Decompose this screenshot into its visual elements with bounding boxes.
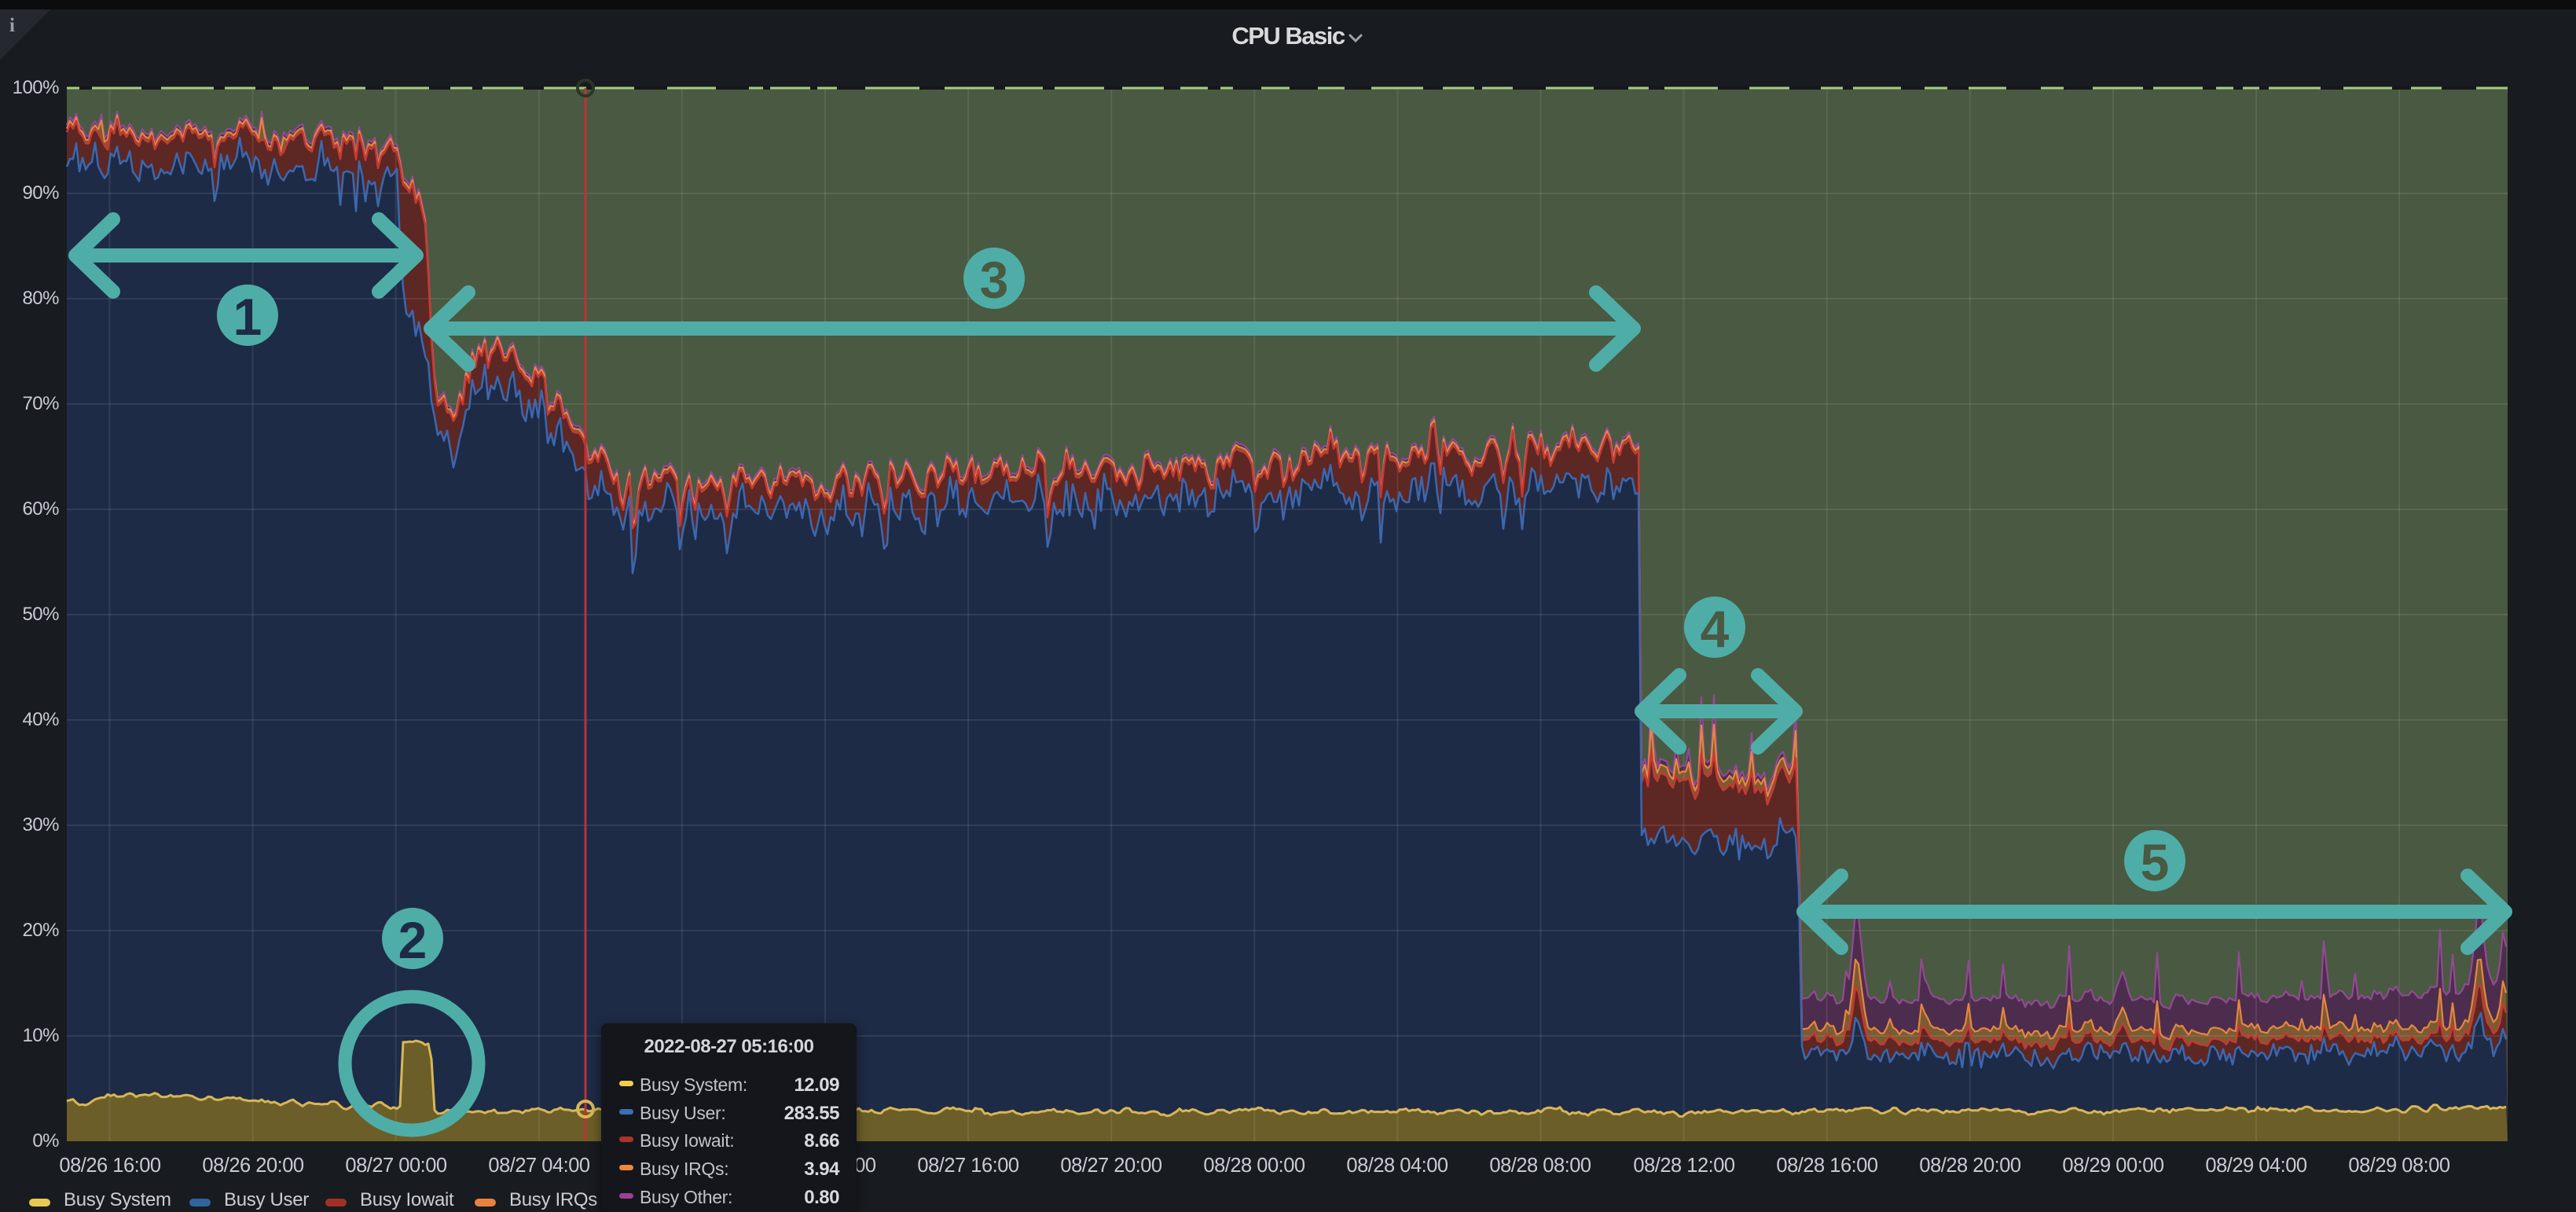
svg-text:1: 1 [233,288,262,346]
svg-text:3: 3 [980,251,1009,309]
svg-text:4: 4 [1701,600,1730,658]
svg-text:2: 2 [398,911,427,969]
svg-text:5: 5 [2141,833,2170,891]
